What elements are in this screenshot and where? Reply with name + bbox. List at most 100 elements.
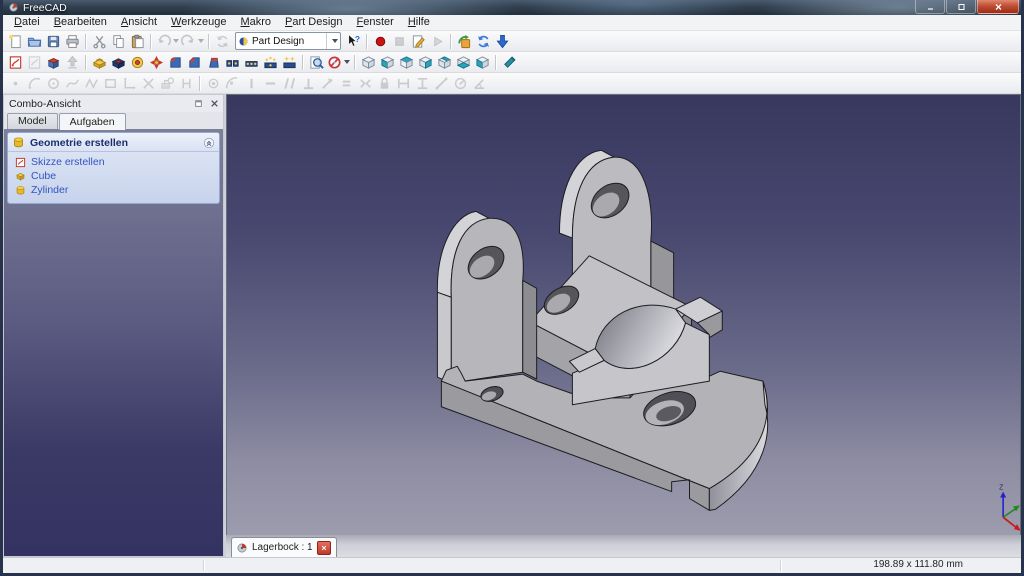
mirrored-button[interactable] [223,53,242,71]
mdi-tab-close-button[interactable] [316,540,331,555]
open-file-button[interactable] [25,32,44,50]
undo-button[interactable] [155,32,180,50]
constraint-coincident-button[interactable] [204,74,223,92]
paste-button[interactable] [128,32,147,50]
view-bottom-button[interactable] [454,53,473,71]
macro-record-button[interactable] [371,32,390,50]
tab-aufgaben[interactable]: Aufgaben [58,113,126,130]
sketch-rectangle-button[interactable] [101,74,120,92]
minimize-button[interactable] [915,0,945,14]
constraint-parallel-button[interactable] [280,74,299,92]
print-button[interactable] [63,32,82,50]
close-button[interactable] [977,0,1019,14]
web-browser-button[interactable] [455,32,474,50]
redo-button[interactable] [180,32,205,50]
sketch-arc-button[interactable] [25,74,44,92]
sketch-fillet-button[interactable] [120,74,139,92]
draw-style-button[interactable] [326,53,351,71]
menu-ansicht[interactable]: Ansicht [114,15,164,30]
multitransform-button[interactable] [280,53,299,71]
save-file-button[interactable] [44,32,63,50]
dock-close-button[interactable] [207,97,221,110]
menu-part-design[interactable]: Part Design [278,15,349,30]
macro-edit-button[interactable] [409,32,428,50]
view-left-button[interactable] [473,53,492,71]
refresh-button[interactable] [213,32,232,50]
sketch-circle-button[interactable] [44,74,63,92]
constraint-tangent-button[interactable] [318,74,337,92]
sketch-new-button[interactable] [6,53,25,71]
measure-distance-button[interactable] [500,53,519,71]
3d-viewport[interactable]: Z Y X [226,94,1021,535]
constraint-horizontal-distance-button[interactable] [394,74,413,92]
constraint-distance-button[interactable] [432,74,451,92]
web-refresh-button[interactable] [474,32,493,50]
view-front-button[interactable] [378,53,397,71]
constraint-angle-button[interactable] [470,74,489,92]
view-axonometric-button[interactable] [359,53,378,71]
task-box-header[interactable]: Geometrie erstellen [8,133,219,152]
menu-bearbeiten[interactable]: Bearbeiten [47,15,114,30]
task-cylinder[interactable]: Zylinder [13,183,217,197]
web-download-button[interactable] [493,32,512,50]
sketch-construction-mode-button[interactable] [177,74,196,92]
tab-model[interactable]: Model [7,113,58,129]
sketch-polyline-button[interactable] [82,74,101,92]
constraint-symmetric-button[interactable] [356,74,375,92]
workbench-selector[interactable]: Part Design [235,32,341,50]
view-top-button[interactable] [397,53,416,71]
dock-close-icon [210,99,219,108]
macro-play-button[interactable] [428,32,447,50]
constraint-equal-button[interactable] [337,74,356,92]
polar-pattern-button[interactable] [261,53,280,71]
constraint-perpendicular-button[interactable] [299,74,318,92]
menu-hilfe[interactable]: Hilfe [401,15,437,30]
linear-pattern-button[interactable] [242,53,261,71]
workbench-selector-arrow[interactable] [326,33,340,49]
draft-button[interactable] [204,53,223,71]
constraint-horizontal-button[interactable] [261,74,280,92]
menu-fenster[interactable]: Fenster [350,15,401,30]
drawstyle-icon [327,55,342,70]
fillet-button[interactable] [166,53,185,71]
view-rear-button[interactable] [435,53,454,71]
constraint-vertical-distance-button[interactable] [413,74,432,92]
menu-makro[interactable]: Makro [233,15,278,30]
task-create-sketch[interactable]: Skizze erstellen [13,155,217,169]
combo-view-titlebar[interactable]: Combo-Ansicht [3,94,224,112]
menu-datei[interactable]: Datei [7,15,47,30]
sketch-point-button[interactable] [6,74,25,92]
sketch-external-geometry-button[interactable] [158,74,177,92]
groove-button[interactable] [147,53,166,71]
view-right-button[interactable] [416,53,435,71]
copy-button[interactable] [109,32,128,50]
menu-werkzeuge[interactable]: Werkzeuge [164,15,233,30]
collapse-button[interactable] [203,137,215,149]
task-cube[interactable]: Cube [13,169,217,183]
chamfer-button[interactable] [185,53,204,71]
part-lagerbock[interactable] [436,149,769,511]
new-file-button[interactable] [6,32,25,50]
sketch-spline-button[interactable] [63,74,82,92]
pocket-button[interactable] [109,53,128,71]
constraint-vertical-button[interactable] [242,74,261,92]
pad-button[interactable] [90,53,109,71]
title-bar[interactable]: FreeCAD [3,0,1021,15]
cut-button[interactable] [90,32,109,50]
zoom-fit-all-button[interactable] [307,53,326,71]
whats-this-button[interactable] [344,32,363,50]
macro-stop-button[interactable] [390,32,409,50]
constraint-radius-button[interactable] [451,74,470,92]
sketch-map-to-face-button[interactable] [44,53,63,71]
dock-float-button[interactable] [191,97,205,110]
sketch-edit-button[interactable] [25,53,44,71]
toolbar-separator [199,75,201,91]
mdi-tab-lagerbock[interactable]: Lagerbock : 1 [231,537,337,557]
constraint-lock-button[interactable] [375,74,394,92]
sketch-trim-button[interactable] [139,74,158,92]
constraint-point-on-object-button[interactable] [223,74,242,92]
sketch-leave-button[interactable] [63,53,82,71]
maximize-button[interactable] [946,0,976,14]
revolution-button[interactable] [128,53,147,71]
scissors-icon [92,34,107,49]
